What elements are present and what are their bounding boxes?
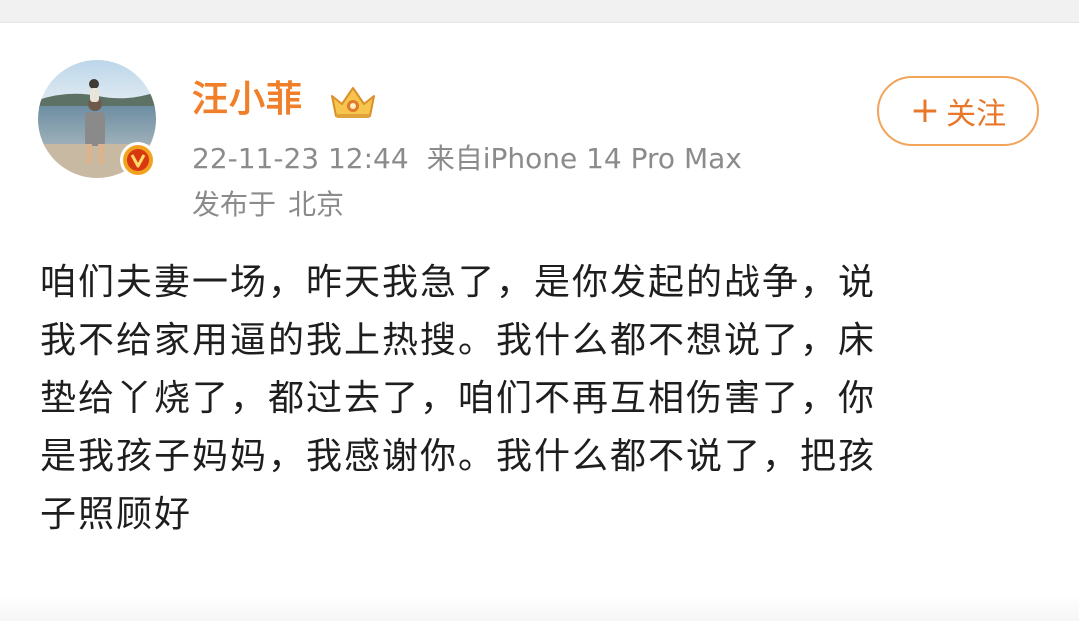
crown-icon [331,87,375,118]
follow-label: 关注 [946,97,1007,132]
post-content-line: 咱们夫妻一场，昨天我急了，是你发起的战争，说 [40,262,877,303]
follow-button[interactable]: + 关注 [877,76,1039,146]
post-content-line: 我不给家用逼的我上热搜。我什么都不想说了，床 [40,320,877,361]
post-timestamp: 22-11-23 12:44 [192,142,409,175]
bottom-fade [0,596,1079,621]
plus-icon: + [909,90,941,131]
author-name[interactable]: 汪小菲 [192,76,303,124]
post-content-line: 子照顾好 [40,494,193,535]
post-content-line: 垫给丫烧了，都过去了，咱们不再互相伤害了，你 [40,378,877,419]
post-content: 咱们夫妻一场，昨天我急了，是你发起的战争，说 我不给家用逼的我上热搜。我什么都不… [40,254,1040,544]
verified-badge [120,142,156,178]
location-city: 北京 [288,188,345,221]
verified-v-icon [124,146,152,174]
top-divider [0,0,1079,23]
post-source: 来自iPhone 14 Pro Max [426,142,742,175]
post-content-line: 是我孩子妈妈，我感谢你。我什么都不说了，把孩 [40,436,877,477]
location-prefix: 发布于 [192,188,277,221]
post-meta: 22-11-23 12:44 来自iPhone 14 Pro Max [192,140,742,178]
post-location: 发布于 北京 [192,186,344,224]
